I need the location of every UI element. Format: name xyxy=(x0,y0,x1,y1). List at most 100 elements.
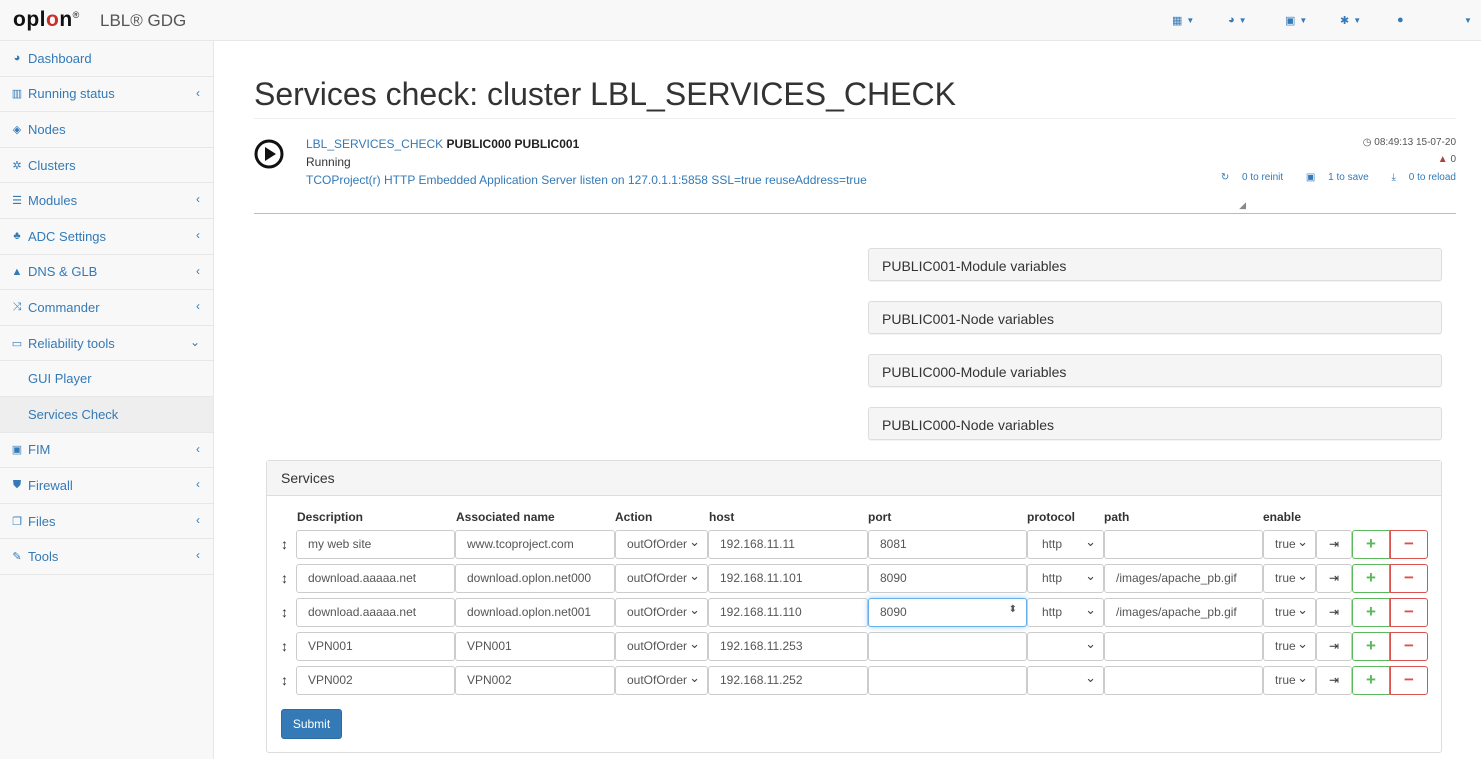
associated-name-input[interactable]: www.tcoproject.com xyxy=(455,530,615,559)
enable-select[interactable]: true xyxy=(1263,530,1316,559)
panel-public000-module-variables[interactable]: PUBLIC000-Module variables xyxy=(868,354,1442,387)
drag-handle-icon[interactable]: ↕ xyxy=(281,536,288,552)
action-select[interactable]: outOfOrder xyxy=(615,598,708,627)
description-input[interactable]: VPN002 xyxy=(296,666,455,695)
sidebar-item-commander[interactable]: ⤨ Commander ‹ xyxy=(0,290,213,326)
associated-name-input[interactable]: download.oplon.net001 xyxy=(455,598,615,627)
action-select[interactable]: outOfOrder xyxy=(615,666,708,695)
associated-name-input[interactable]: download.oplon.net000 xyxy=(455,564,615,593)
sidebar-item-adc-settings[interactable]: ♣ ADC Settings ‹ xyxy=(0,219,213,255)
port-input[interactable]: 8081 xyxy=(868,530,1027,559)
sign-in-button[interactable]: ⇥ xyxy=(1316,564,1352,593)
reinit-link[interactable]: ↻ 0 to reinit xyxy=(1211,172,1283,183)
reload-link[interactable]: ⤓ 0 to reload xyxy=(1382,172,1456,183)
save-menu[interactable]: ▣ ▼ xyxy=(1285,0,1307,40)
play-circle-icon[interactable] xyxy=(254,139,284,169)
port-input[interactable] xyxy=(868,632,1027,661)
sidebar-item-gui-player[interactable]: GUI Player xyxy=(0,361,213,397)
associated-name-input[interactable]: VPN002 xyxy=(455,666,615,695)
cogs-icon: ✲ xyxy=(12,159,22,172)
host-input[interactable]: 192.168.11.252 xyxy=(708,666,868,695)
path-input[interactable] xyxy=(1104,666,1263,695)
user-menu-caret[interactable]: ▼ xyxy=(1460,0,1472,40)
host-input[interactable]: 192.168.11.11 xyxy=(708,530,868,559)
path-input[interactable] xyxy=(1104,632,1263,661)
host-input[interactable]: 192.168.11.110 xyxy=(708,598,868,627)
plus-icon: + xyxy=(1366,568,1376,587)
drag-handle-icon[interactable]: ↕ xyxy=(281,638,288,654)
action-select[interactable]: outOfOrder xyxy=(615,530,708,559)
sidebar-item-dashboard[interactable]: ◕ Dashboard xyxy=(0,41,213,77)
sign-in-button[interactable]: ⇥ xyxy=(1316,632,1352,661)
wrench-icon: ✎ xyxy=(12,551,22,564)
panel-public001-node-variables[interactable]: PUBLIC001-Node variables xyxy=(868,301,1442,334)
sidebar-item-running-status[interactable]: ▥ Running status ‹ xyxy=(0,77,213,113)
add-row-button[interactable]: + xyxy=(1352,530,1390,559)
add-row-button[interactable]: + xyxy=(1352,666,1390,695)
save-link[interactable]: ▣ 1 to save xyxy=(1296,172,1369,183)
chevron-left-icon: ‹ xyxy=(196,477,200,492)
drag-handle-icon[interactable]: ↕ xyxy=(281,672,288,688)
resize-handle-icon[interactable]: ◢ xyxy=(1239,200,1246,211)
sidebar-item-firewall[interactable]: ⛊ Firewall ‹ xyxy=(0,468,213,504)
associated-name-input[interactable]: VPN001 xyxy=(455,632,615,661)
protocol-select[interactable]: http xyxy=(1027,530,1104,559)
description-input[interactable]: download.aaaaa.net xyxy=(296,598,455,627)
settings-menu[interactable]: ✱ ▼ xyxy=(1340,0,1361,40)
sidebar-item-modules[interactable]: ☰ Modules ‹ xyxy=(0,183,213,219)
sidebar-item-services-check[interactable]: Services Check xyxy=(0,396,213,433)
remove-row-button[interactable]: − xyxy=(1390,666,1428,695)
path-input[interactable]: /images/apache_pb.gif xyxy=(1104,598,1263,627)
add-row-button[interactable]: + xyxy=(1352,632,1390,661)
drag-handle-icon[interactable]: ↕ xyxy=(281,570,288,586)
sidebar-item-tools[interactable]: ✎ Tools ‹ xyxy=(0,539,213,575)
dashboard-menu[interactable]: ◕ ▼ xyxy=(1228,0,1247,40)
add-row-button[interactable]: + xyxy=(1352,564,1390,593)
cluster-link[interactable]: LBL_SERVICES_CHECK xyxy=(306,137,443,151)
remove-row-button[interactable]: − xyxy=(1390,564,1428,593)
port-input[interactable]: 8090 xyxy=(868,564,1027,593)
spinner-icon[interactable]: ⬍ xyxy=(1009,604,1017,615)
action-select[interactable]: outOfOrder xyxy=(615,564,708,593)
files-icon: ❐ xyxy=(12,515,22,528)
path-input[interactable]: /images/apache_pb.gif xyxy=(1104,564,1263,593)
user-menu[interactable]: ● xyxy=(1397,0,1404,40)
sidebar-item-files[interactable]: ❐ Files ‹ xyxy=(0,504,213,540)
page-title: Services check: cluster LBL_SERVICES_CHE… xyxy=(254,76,956,112)
host-input[interactable]: 192.168.11.101 xyxy=(708,564,868,593)
protocol-select[interactable]: http xyxy=(1027,598,1104,627)
sidebar-item-clusters[interactable]: ✲ Clusters xyxy=(0,148,213,184)
sidebar-item-dns-glb[interactable]: ▲ DNS & GLB ‹ xyxy=(0,255,213,291)
grid-menu[interactable]: ▦ ▼ xyxy=(1172,0,1194,40)
port-input[interactable] xyxy=(868,666,1027,695)
remove-row-button[interactable]: − xyxy=(1390,598,1428,627)
sign-in-button[interactable]: ⇥ xyxy=(1316,598,1352,627)
enable-select[interactable]: true xyxy=(1263,632,1316,661)
path-input[interactable] xyxy=(1104,530,1263,559)
port-input[interactable]: 8090 ⬍ xyxy=(868,598,1027,627)
description-input[interactable]: my web site xyxy=(296,530,455,559)
enable-select[interactable]: true xyxy=(1263,666,1316,695)
sign-in-button[interactable]: ⇥ xyxy=(1316,666,1352,695)
enable-select[interactable]: true xyxy=(1263,598,1316,627)
description-input[interactable]: download.aaaaa.net xyxy=(296,564,455,593)
sidebar-item-reliability-tools[interactable]: ▭ Reliability tools ⌄ xyxy=(0,326,213,362)
description-input[interactable]: VPN001 xyxy=(296,632,455,661)
remove-row-button[interactable]: − xyxy=(1390,530,1428,559)
enable-select[interactable]: true xyxy=(1263,564,1316,593)
add-row-button[interactable]: + xyxy=(1352,598,1390,627)
protocol-select[interactable] xyxy=(1027,666,1104,695)
protocol-select[interactable] xyxy=(1027,632,1104,661)
sidebar-item-fim[interactable]: ▣ FIM ‹ xyxy=(0,433,213,469)
action-select[interactable]: outOfOrder xyxy=(615,632,708,661)
remove-row-button[interactable]: − xyxy=(1390,632,1428,661)
panel-public000-node-variables[interactable]: PUBLIC000-Node variables xyxy=(868,407,1442,440)
host-input[interactable]: 192.168.11.253 xyxy=(708,632,868,661)
sidebar-item-nodes[interactable]: ◈ Nodes xyxy=(0,112,213,148)
panel-public001-module-variables[interactable]: PUBLIC001-Module variables xyxy=(868,248,1442,281)
sign-in-button[interactable]: ⇥ xyxy=(1316,530,1352,559)
oplon-logo[interactable]: oplon® xyxy=(13,8,80,32)
submit-button[interactable]: Submit xyxy=(281,709,342,739)
drag-handle-icon[interactable]: ↕ xyxy=(281,604,288,620)
protocol-select[interactable]: http xyxy=(1027,564,1104,593)
